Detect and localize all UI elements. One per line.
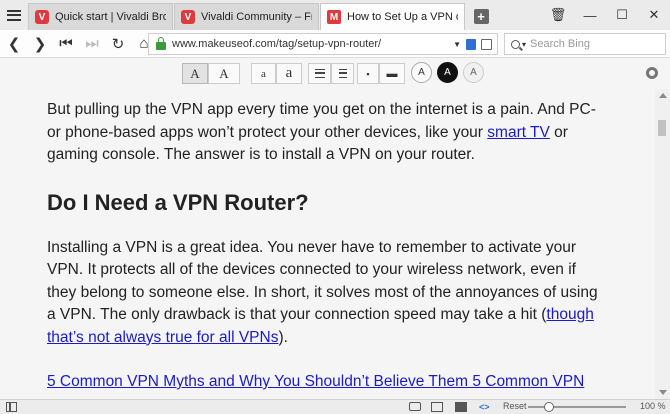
lock-icon [156,37,166,50]
vivaldi-favicon-icon: V [35,10,49,24]
image-icon[interactable] [455,402,467,412]
paragraph-vpn-router: Installing a VPN is a great idea. You ne… [47,237,607,350]
panel-toggle-icon[interactable] [6,402,17,412]
paragraph-text: Installing a VPN is a great idea. You ne… [47,238,598,324]
window-controls: 🗑 — ☐ ✕ [542,0,670,30]
zoom-slider-handle[interactable] [544,402,554,412]
section-heading: Do I Need a VPN Router? [47,189,309,215]
camera-icon[interactable] [409,402,421,411]
maximize-button[interactable]: ☐ [606,0,638,30]
comment-icon: ▪ [366,68,370,79]
gear-icon[interactable] [646,67,658,79]
zoom-reset-button[interactable]: Reset [503,401,527,411]
forward-button[interactable]: ❯ [28,32,52,56]
minimize-button[interactable]: — [574,0,606,30]
spacing-narrow-button[interactable]: ▪ [357,63,379,84]
tab-quick-start[interactable]: V Quick start | Vivaldi Browser [28,3,173,30]
close-window-button[interactable]: ✕ [638,0,670,30]
zoom-slider[interactable] [528,406,626,408]
reader-view-icon[interactable] [466,38,476,50]
search-placeholder: Search Bing [530,38,590,50]
tab-title: How to Set Up a VPN on You [347,11,458,23]
page-actions-icon[interactable]: <> [479,402,491,412]
vertical-scrollbar[interactable] [655,89,670,399]
tile-window-icon[interactable] [431,402,443,412]
font-size-increase-button[interactable]: a [276,63,302,84]
theme-light-button[interactable]: A [411,62,432,83]
vivaldi-favicon-icon: V [181,10,195,24]
comment-wide-icon: ▬ [386,67,398,80]
chevron-down-icon[interactable]: ▼ [453,40,461,49]
tab-vpn-article[interactable]: M How to Set Up a VPN on You [320,3,465,30]
rewind-icon: ⏮ [59,35,73,52]
theme-gray-button[interactable]: A [463,62,484,83]
article-body: But pulling up the VPN app every time yo… [47,99,607,394]
scrollbar-thumb[interactable] [658,120,666,136]
align-justify-icon [314,69,325,78]
fast-forward-icon: ⏭ [85,35,99,52]
tab-title: Vivaldi Community – Free we [201,11,312,23]
paragraph-text: ). [278,328,288,346]
scroll-down-arrow[interactable] [659,390,667,395]
reload-button[interactable]: ↻ [106,32,130,56]
paragraph-intro: But pulling up the VPN app every time yo… [47,99,607,167]
vivaldi-menu-button[interactable] [0,0,28,30]
spacing-wide-button[interactable]: ▬ [379,63,405,84]
chevron-down-icon[interactable]: ▾ [522,40,526,49]
font-serif-button[interactable]: A [182,63,208,84]
address-field[interactable]: www.makeuseof.com/tag/setup-vpn-router/ … [148,33,498,55]
reader-toolbar: A A a a ▪ ▬ A A A [0,59,670,89]
status-bar: <> Reset 100 % [0,399,670,414]
plus-icon: + [473,8,489,24]
font-serif-alt-button[interactable]: A [208,63,240,84]
back-button[interactable]: ❮ [2,32,26,56]
tab-bar: V Quick start | Vivaldi Browser V Vivald… [0,0,670,30]
makeuseof-favicon-icon: M [327,10,341,24]
search-field[interactable]: ▾ Search Bing [504,33,666,55]
reload-icon: ↻ [111,35,125,53]
related-article-link[interactable]: 5 Common VPN Myths and Why You Shouldn’t… [47,371,607,394]
url-text: www.makeuseof.com/tag/setup-vpn-router/ [172,38,382,50]
zoom-level: 100 % [640,401,666,411]
hamburger-icon [7,9,21,21]
tab-vivaldi-community[interactable]: V Vivaldi Community – Free we [174,3,319,30]
page-content: But pulling up the VPN app every time yo… [0,89,655,399]
theme-dark-button[interactable]: A [437,62,458,83]
trash-icon[interactable]: 🗑 [542,0,574,30]
fast-forward-button[interactable]: ⏭ [80,32,104,56]
navigation-bar: ❮ ❯ ⏮ ⏭ ↻ ⌂ www.makeuseof.com/tag/setup-… [0,30,670,58]
chevron-right-icon: ❯ [33,35,47,53]
rewind-button[interactable]: ⏮ [54,32,78,56]
tab-title: Quick start | Vivaldi Browser [55,11,166,23]
smart-tv-link[interactable]: smart TV [487,124,550,141]
font-size-decrease-button[interactable]: a [251,63,276,84]
align-justify-icon [338,69,347,78]
search-icon [511,39,520,49]
chevron-left-icon: ❮ [7,35,21,53]
line-width-narrow-button[interactable] [308,63,331,84]
line-width-wide-button[interactable] [331,63,354,84]
new-tab-button[interactable]: + [470,5,492,27]
scroll-up-arrow[interactable] [659,93,667,98]
bookmark-icon[interactable] [481,38,492,50]
